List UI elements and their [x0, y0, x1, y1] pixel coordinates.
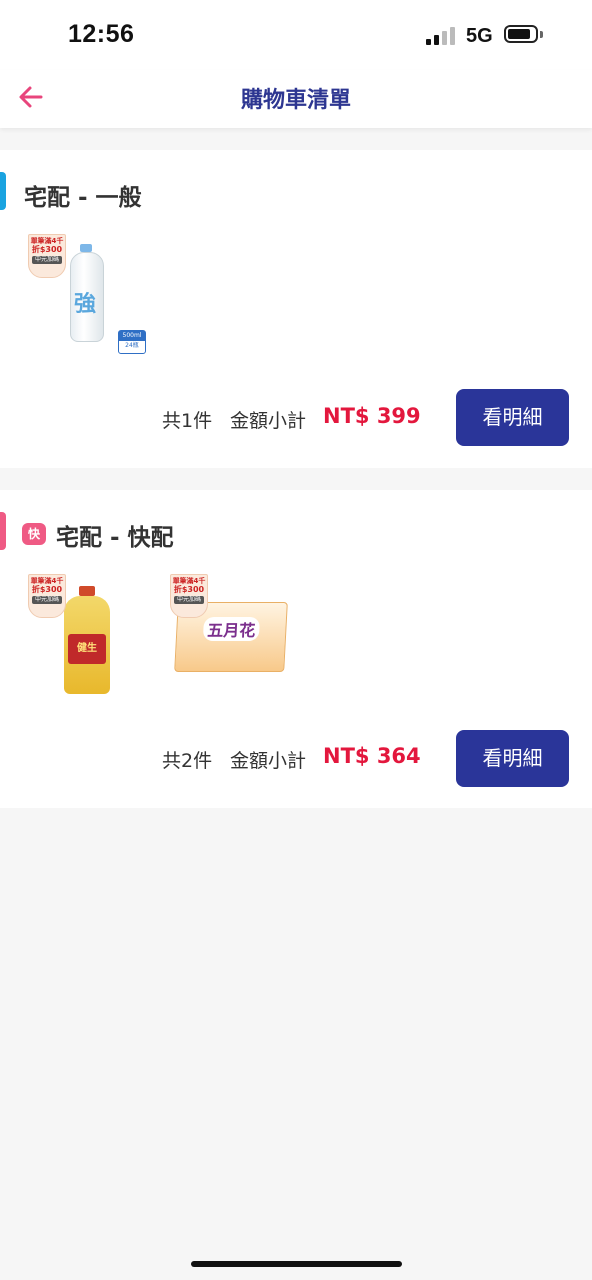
- express-badge: 快: [22, 523, 46, 545]
- battery-tip: [540, 31, 543, 38]
- battery-icon: [504, 25, 538, 43]
- home-indicator: [191, 1261, 402, 1267]
- section-marker: [0, 512, 6, 550]
- section-title: 宅配 - 一般: [24, 185, 142, 211]
- cart-section-express: 快 宅配 - 快配 健生 單筆滿4千 折$300 中元加碼 五月花 單筆滿4千 …: [0, 490, 592, 808]
- network-label: 5G: [466, 25, 493, 47]
- product-thumbnail[interactable]: 健生 單筆滿4千 折$300 中元加碼: [28, 574, 148, 699]
- cooking-oil-image: 健生: [62, 586, 112, 696]
- promo-tag: 單筆滿4千 折$300 中元加碼: [28, 234, 66, 278]
- signal-icon: [426, 27, 456, 45]
- subtotal-label: 金額小計: [230, 410, 307, 432]
- product-thumbnail[interactable]: 五月花 單筆滿4千 折$300 中元加碼: [170, 574, 290, 699]
- subtotal-amount: NT$ 399: [323, 404, 421, 428]
- cart-section-general: 宅配 - 一般 強 單筆滿4千 折$300 中元加碼 500ml 24瓶 共1件…: [0, 150, 592, 468]
- item-count: 共2件: [162, 750, 213, 772]
- section-marker: [0, 172, 6, 210]
- item-count: 共1件: [162, 410, 213, 432]
- product-thumbnail[interactable]: 強 單筆滿4千 折$300 中元加碼 500ml 24瓶: [28, 234, 148, 359]
- view-details-button[interactable]: 看明細: [456, 389, 569, 446]
- page-title: 購物車清單: [240, 88, 351, 113]
- view-details-button[interactable]: 看明細: [456, 730, 569, 787]
- status-time: 12:56: [68, 20, 135, 48]
- status-bar: 12:56 5G: [0, 0, 592, 70]
- sparkling-water-image: 強: [68, 244, 104, 344]
- subtotal-amount: NT$ 364: [323, 744, 421, 768]
- subtotal-label: 金額小計: [230, 750, 307, 772]
- promo-tag: 單筆滿4千 折$300 中元加碼: [28, 574, 66, 618]
- promo-tag: 單筆滿4千 折$300 中元加碼: [170, 574, 208, 618]
- section-title: 宅配 - 快配: [56, 525, 174, 551]
- page-header: 購物車清單: [0, 70, 592, 128]
- size-tag: 500ml 24瓶: [118, 330, 146, 354]
